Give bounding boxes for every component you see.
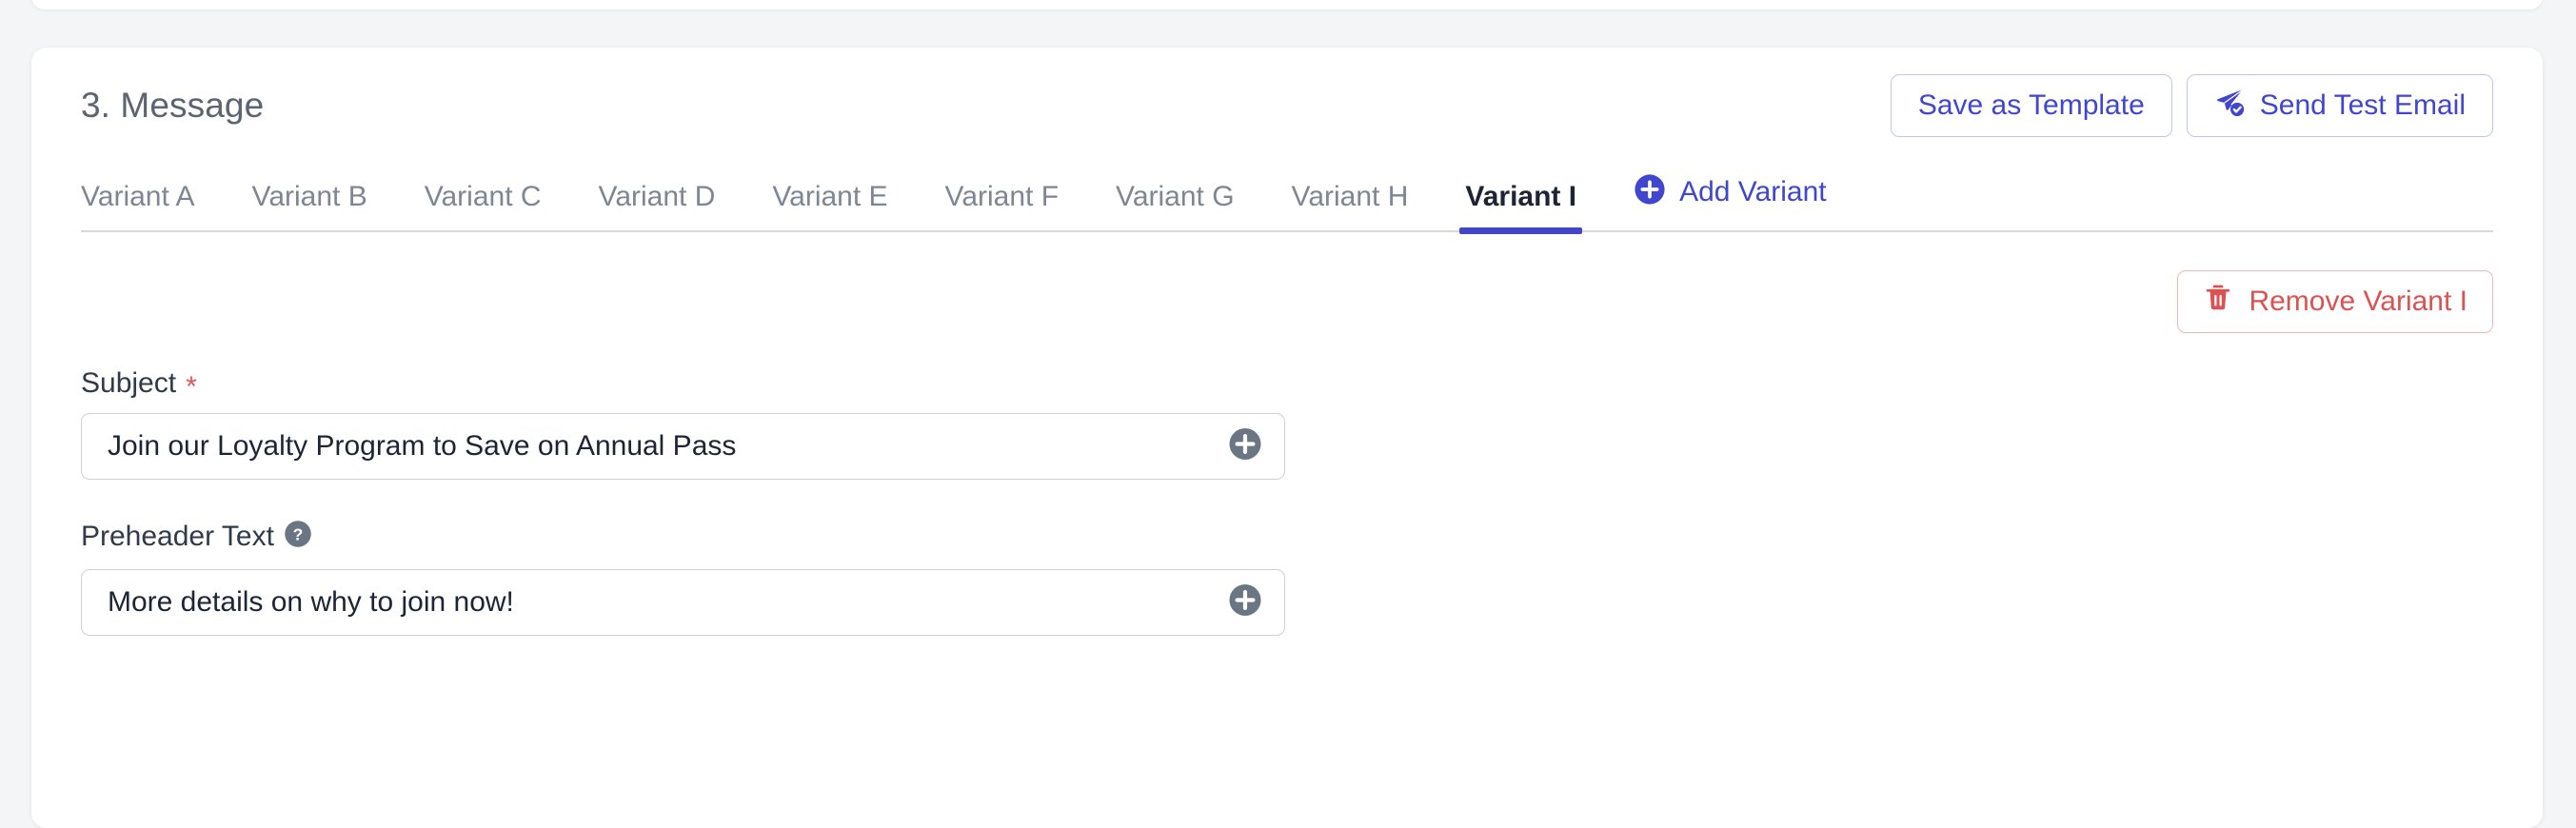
subject-input-wrap bbox=[81, 413, 1285, 480]
send-test-email-button[interactable]: Send Test Email bbox=[2186, 74, 2493, 137]
preheader-insert-token-icon[interactable] bbox=[1228, 583, 1262, 622]
trash-icon bbox=[2203, 283, 2233, 321]
message-card-header: 3. Message Save as Template Send Test Em… bbox=[81, 48, 2493, 137]
send-test-email-label: Send Test Email bbox=[2259, 89, 2466, 121]
question-circle-icon[interactable]: ? bbox=[284, 520, 312, 554]
tab-variant-b[interactable]: Variant B bbox=[224, 183, 396, 232]
add-variant-label: Add Variant bbox=[1679, 176, 1827, 207]
paper-plane-check-icon bbox=[2214, 86, 2247, 126]
plus-circle-icon bbox=[1634, 173, 1666, 211]
tab-variant-d[interactable]: Variant D bbox=[570, 183, 744, 232]
subject-label-row: Subject * bbox=[81, 367, 2493, 402]
tab-variant-i[interactable]: Variant I bbox=[1437, 183, 1605, 234]
preheader-label-row: Preheader Text ? bbox=[81, 520, 2493, 554]
tab-variant-a[interactable]: Variant A bbox=[81, 183, 224, 232]
header-actions: Save as Template Send Test Email bbox=[1890, 74, 2493, 137]
save-as-template-button[interactable]: Save as Template bbox=[1890, 74, 2172, 137]
previous-section-card bbox=[31, 0, 2543, 10]
preheader-input[interactable] bbox=[81, 569, 1285, 636]
tab-variant-c[interactable]: Variant C bbox=[396, 183, 570, 232]
add-variant-button[interactable]: Add Variant bbox=[1605, 173, 1855, 232]
tab-variant-g[interactable]: Variant G bbox=[1087, 183, 1263, 232]
preheader-input-wrap bbox=[81, 569, 1285, 636]
tab-variant-f[interactable]: Variant F bbox=[917, 183, 1088, 232]
remove-variant-label: Remove Variant I bbox=[2249, 286, 2467, 317]
tab-variant-e[interactable]: Variant E bbox=[743, 183, 916, 232]
required-asterisk: * bbox=[186, 371, 197, 403]
variant-tabs: Variant A Variant B Variant C Variant D … bbox=[81, 145, 2493, 234]
svg-text:?: ? bbox=[293, 524, 304, 543]
message-section-card: 3. Message Save as Template Send Test Em… bbox=[31, 48, 2543, 828]
subject-label: Subject bbox=[81, 367, 177, 399]
page-title: 3. Message bbox=[81, 86, 265, 125]
remove-variant-button[interactable]: Remove Variant I bbox=[2177, 270, 2493, 333]
preheader-field-group: Preheader Text ? bbox=[81, 520, 2493, 636]
save-as-template-label: Save as Template bbox=[1917, 89, 2145, 121]
subject-insert-token-icon[interactable] bbox=[1228, 427, 1262, 466]
subject-input[interactable] bbox=[81, 413, 1285, 480]
remove-variant-row: Remove Variant I bbox=[81, 270, 2493, 333]
tab-variant-h[interactable]: Variant H bbox=[1263, 183, 1437, 232]
subject-field-group: Subject * bbox=[81, 369, 2493, 480]
preheader-label: Preheader Text bbox=[81, 521, 274, 552]
